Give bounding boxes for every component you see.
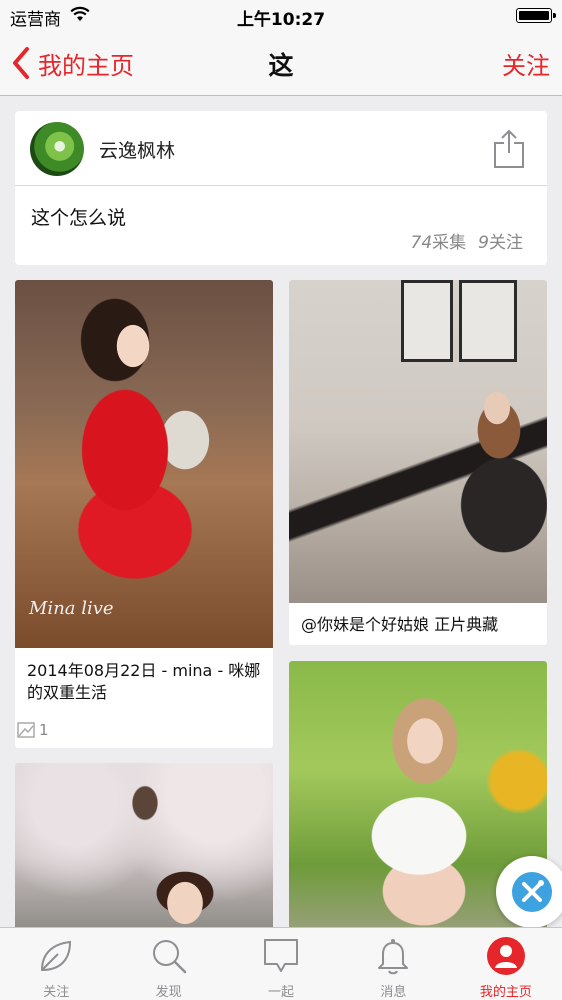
tab-label: 我的主页 <box>479 985 532 1000</box>
repin-count: 1 <box>17 721 49 739</box>
status-bar: 运营商 上午10:27 <box>0 0 562 30</box>
profile-icon <box>486 937 525 975</box>
leaf-icon <box>41 940 72 972</box>
search-icon <box>152 940 186 974</box>
followers-label: 关注 <box>489 233 523 253</box>
board-stats: 74采集 9关注 <box>411 228 523 253</box>
tab-label: 消息 <box>380 985 407 1000</box>
pin-card[interactable]: Mina live 2014年08月22日 - mina - 咪娜的双重生活 1 <box>15 280 273 748</box>
tab-discover[interactable]: 发现 <box>112 928 224 1000</box>
tab-my-profile[interactable]: 我的主页 <box>450 928 562 1000</box>
bell-icon <box>378 939 409 975</box>
tab-label: 一起 <box>268 985 295 1000</box>
share-icon[interactable] <box>493 129 525 169</box>
tab-following[interactable]: 关注 <box>0 928 112 1000</box>
tab-messages[interactable]: 消息 <box>337 928 449 1000</box>
avatar[interactable] <box>30 122 84 176</box>
clock: 上午10:27 <box>236 10 326 30</box>
photo-watermark: Mina live <box>29 598 114 619</box>
pin-image[interactable] <box>15 763 273 933</box>
navigation-bar: 我的主页 这 关注 <box>0 30 562 96</box>
follow-button[interactable]: 关注 <box>502 46 550 81</box>
repin-count-value: 1 <box>39 721 49 739</box>
pin-image[interactable] <box>289 280 547 603</box>
pin-image[interactable]: Mina live <box>15 280 273 648</box>
picture-frame <box>401 280 453 362</box>
board-info-card: 云逸枫林 这个怎么说 74采集 9关注 <box>15 111 547 265</box>
pin-card[interactable]: @你妹是个好姑娘 正片典藏 <box>289 280 547 645</box>
pin-caption: @你妹是个好姑娘 正片典藏 <box>301 615 499 634</box>
pin-caption: 2014年08月22日 - mina - 咪娜的双重生活 <box>27 661 261 702</box>
pins-label: 采集 <box>432 233 467 253</box>
back-button[interactable]: 我的主页 <box>10 46 134 80</box>
battery-icon <box>516 8 556 23</box>
repin-icon <box>17 722 35 738</box>
followers-count: 9 <box>478 233 489 253</box>
tab-label: 发现 <box>155 985 182 1000</box>
board-description: 这个怎么说 <box>31 207 127 229</box>
screen: 运营商 上午10:27 我的主页 这 关注 云逸枫林 这个怎么说 74采集 9关… <box>0 0 562 1000</box>
pin-card[interactable] <box>15 763 273 933</box>
chat-bubble-icon <box>264 939 299 972</box>
floating-action-button[interactable] <box>496 856 562 928</box>
close-x-icon <box>522 880 544 902</box>
back-button-label: 我的主页 <box>38 51 134 80</box>
tab-label: 关注 <box>43 985 70 1000</box>
chevron-left-icon <box>13 47 29 79</box>
pins-count: 74 <box>410 233 433 253</box>
picture-frame <box>459 280 517 362</box>
tab-together[interactable]: 一起 <box>225 928 337 1000</box>
tab-bar: 关注 发现 一起 消息 我的主页 <box>0 927 562 1000</box>
author-name[interactable]: 云逸枫林 <box>99 136 175 163</box>
board-header: 云逸枫林 <box>15 111 547 186</box>
